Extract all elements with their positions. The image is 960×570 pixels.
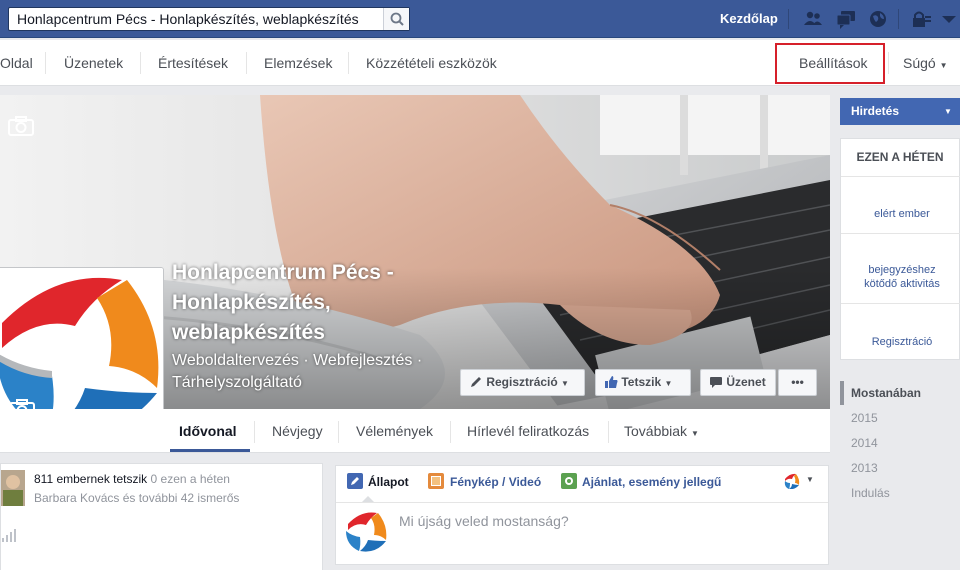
message-label: Üzenet bbox=[726, 375, 766, 389]
reached-people-link[interactable]: elért ember bbox=[840, 207, 960, 221]
tab-timeline[interactable]: Idővonal bbox=[179, 409, 237, 453]
post-engagement-link[interactable]: bejegyzéshez kötődő aktivitás bbox=[840, 263, 960, 291]
topbar-divider bbox=[788, 9, 789, 29]
posting-as-page-icon[interactable] bbox=[784, 473, 800, 489]
tab-about[interactable]: Névjegy bbox=[272, 409, 323, 453]
tab-more-label: Továbbiak bbox=[624, 423, 688, 439]
status-pencil-icon bbox=[347, 473, 363, 489]
composer-input[interactable]: Mi újság veled mostanság? bbox=[399, 513, 569, 529]
likes-week-text: 0 ezen a héten bbox=[150, 472, 230, 486]
ad-button[interactable]: Hirdetés ▼ bbox=[840, 98, 960, 125]
caret-down-icon: ▼ bbox=[944, 107, 952, 116]
thumbs-up-icon bbox=[605, 376, 618, 388]
privacy-lock-icon[interactable] bbox=[910, 8, 932, 30]
menu-divider bbox=[246, 52, 247, 74]
more-button[interactable]: ••• bbox=[778, 369, 817, 396]
tab-more[interactable]: Továbbiak ▼ bbox=[624, 409, 699, 453]
search-icon bbox=[390, 12, 404, 26]
page-title: Honlapcentrum Pécs - Honlapkészítés, web… bbox=[172, 261, 394, 344]
timeline-2014[interactable]: 2014 bbox=[851, 436, 878, 450]
caret-down-icon: ▼ bbox=[664, 379, 673, 388]
settings-highlight-box bbox=[775, 43, 885, 84]
photo-icon bbox=[428, 473, 444, 489]
admin-menu-notifications[interactable]: Értesítések bbox=[158, 40, 228, 86]
admin-menu-messages[interactable]: Üzenetek bbox=[64, 40, 123, 86]
more-label: ••• bbox=[791, 375, 804, 389]
this-week-box bbox=[840, 138, 960, 360]
timeline-recent[interactable]: Mostanában bbox=[851, 386, 921, 400]
box-divider bbox=[841, 233, 960, 234]
composer-tab-photo-video[interactable]: Fénykép / Videó bbox=[450, 475, 541, 489]
caret-down-icon: ▼ bbox=[561, 379, 569, 388]
friend-avatar[interactable] bbox=[1, 470, 25, 506]
friends-like-text: Barbara Kovács és további 42 ismerős bbox=[34, 491, 240, 505]
account-menu-icon[interactable] bbox=[938, 8, 960, 30]
admin-menu-publishing-tools[interactable]: Közzétételi eszközök bbox=[366, 40, 497, 86]
tab-divider bbox=[254, 421, 255, 443]
active-tab-indicator bbox=[170, 449, 250, 452]
like-button[interactable]: Tetszik ▼ bbox=[595, 369, 691, 396]
this-week-title: EZEN A HÉTEN bbox=[856, 150, 944, 164]
menu-divider bbox=[348, 52, 349, 74]
likes-count: 811 embernek tetszik 0 ezen a héten bbox=[34, 472, 230, 486]
menu-divider bbox=[45, 52, 46, 74]
message-button[interactable]: Üzenet bbox=[700, 369, 776, 396]
tab-divider bbox=[338, 421, 339, 443]
search-box[interactable] bbox=[8, 7, 410, 31]
register-label: Regisztráció bbox=[486, 375, 558, 389]
caret-down-icon[interactable]: ▼ bbox=[806, 475, 814, 484]
composer-page-avatar bbox=[346, 510, 388, 552]
topbar-divider bbox=[898, 9, 899, 29]
timeline-2015[interactable]: 2015 bbox=[851, 411, 878, 425]
admin-menu-help[interactable]: Súgó ▼ bbox=[903, 40, 948, 86]
page-category: Weboldaltervezés · Webfejlesztés · Tárhe… bbox=[172, 352, 423, 391]
likes-count-text: 811 embernek tetszik bbox=[34, 472, 148, 486]
offer-event-icon bbox=[561, 473, 577, 489]
box-divider bbox=[841, 303, 960, 304]
admin-menu-page[interactable]: Oldal bbox=[0, 40, 33, 86]
menu-divider bbox=[888, 52, 889, 74]
timeline-founded[interactable]: Indulás bbox=[851, 486, 890, 500]
like-label: Tetszik bbox=[621, 375, 662, 389]
notifications-globe-icon[interactable] bbox=[867, 8, 889, 30]
caret-down-icon: ▼ bbox=[939, 61, 948, 70]
tab-divider bbox=[450, 421, 451, 443]
register-button[interactable]: Regisztráció ▼ bbox=[460, 369, 585, 396]
composer-tab-status[interactable]: Állapot bbox=[368, 475, 409, 489]
caret-down-icon: ▼ bbox=[690, 429, 699, 438]
camera-icon[interactable] bbox=[8, 116, 34, 136]
signal-chart-icon bbox=[2, 529, 16, 542]
box-divider bbox=[841, 176, 960, 177]
search-button[interactable] bbox=[383, 8, 409, 30]
friend-requests-icon[interactable] bbox=[802, 8, 824, 30]
admin-menu-insights[interactable]: Elemzések bbox=[264, 40, 332, 86]
messages-icon[interactable] bbox=[835, 8, 857, 30]
sidebar-register-link[interactable]: Regisztráció bbox=[840, 335, 960, 349]
pencil-icon bbox=[471, 377, 481, 387]
tab-reviews[interactable]: Vélemények bbox=[356, 409, 433, 453]
tab-divider bbox=[608, 421, 609, 443]
timeline-2013[interactable]: 2013 bbox=[851, 461, 878, 475]
help-label: Súgó bbox=[903, 55, 936, 71]
menu-divider bbox=[140, 52, 141, 74]
home-link[interactable]: Kezdőlap bbox=[720, 11, 778, 26]
message-icon bbox=[710, 377, 722, 388]
timeline-active-indicator bbox=[840, 381, 844, 405]
composer-tab-offer-event[interactable]: Ajánlat, esemény jellegű bbox=[582, 475, 721, 489]
composer-divider bbox=[336, 502, 828, 503]
ad-label: Hirdetés bbox=[851, 104, 900, 118]
search-input[interactable] bbox=[9, 8, 384, 30]
tab-newsletter[interactable]: Hírlevél feliratkozás bbox=[467, 409, 589, 453]
